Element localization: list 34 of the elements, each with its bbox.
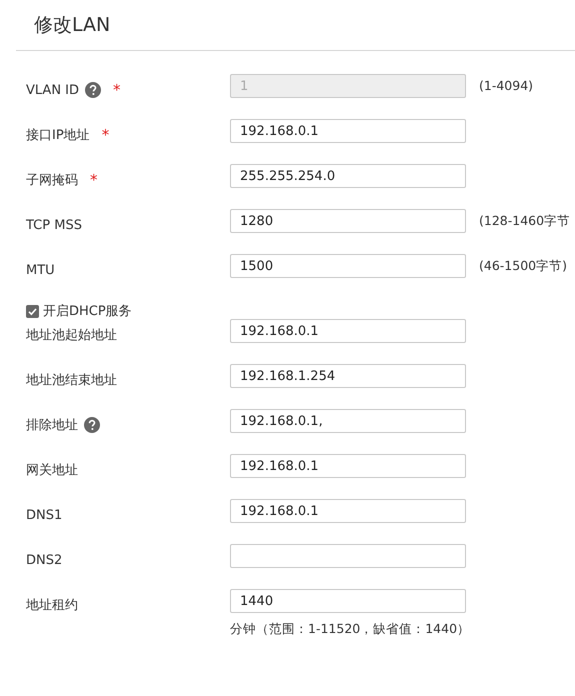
field-label: MTU bbox=[26, 262, 55, 278]
required-mark: * bbox=[113, 81, 121, 99]
page-title: 修改LAN bbox=[34, 13, 110, 38]
input-field[interactable]: 192.168.0.1, bbox=[230, 409, 466, 433]
field-label: 地址池起始地址 bbox=[26, 327, 117, 344]
input-field[interactable]: 192.168.0.1 bbox=[230, 319, 466, 343]
required-mark: * bbox=[90, 171, 98, 189]
input-field[interactable]: 192.168.0.1 bbox=[230, 499, 466, 523]
field-label: TCP MSS bbox=[26, 218, 82, 232]
help-icon[interactable] bbox=[84, 417, 100, 433]
input-field[interactable]: 1280 bbox=[230, 209, 466, 233]
input-field[interactable]: 1440 bbox=[230, 589, 466, 613]
field-label: DNS1 bbox=[26, 508, 62, 522]
field-label: 接口IP地址 bbox=[26, 127, 90, 144]
field-label: VLAN ID bbox=[26, 82, 80, 98]
checkbox-label: 开启DHCP服务 bbox=[43, 303, 132, 320]
field-label: 地址池结束地址 bbox=[26, 372, 117, 389]
required-mark: * bbox=[102, 126, 110, 144]
input-field[interactable]: 192.168.1.254 bbox=[230, 364, 466, 388]
field-label: 排除地址 bbox=[26, 417, 78, 434]
input-field[interactable] bbox=[230, 544, 466, 568]
checkbox[interactable] bbox=[26, 304, 39, 318]
input-field[interactable]: 1500 bbox=[230, 254, 466, 278]
field-label: 地址租约 bbox=[26, 597, 78, 614]
input-field[interactable]: 192.168.0.1 bbox=[230, 119, 466, 143]
range-hint: (128-1460字节 bbox=[479, 213, 570, 230]
field-label: 网关地址 bbox=[26, 462, 78, 479]
field-note: 分钟（范围：1-11520，缺省值：1440） bbox=[230, 621, 470, 638]
field-label: 子网掩码 bbox=[26, 172, 78, 189]
field-label: DNS2 bbox=[26, 552, 62, 568]
range-hint: (46-1500字节) bbox=[479, 258, 567, 275]
input-field[interactable]: 192.168.0.1 bbox=[230, 454, 466, 478]
range-hint: (1-4094) bbox=[479, 78, 534, 93]
input-field[interactable]: 255.255.254.0 bbox=[230, 164, 466, 188]
